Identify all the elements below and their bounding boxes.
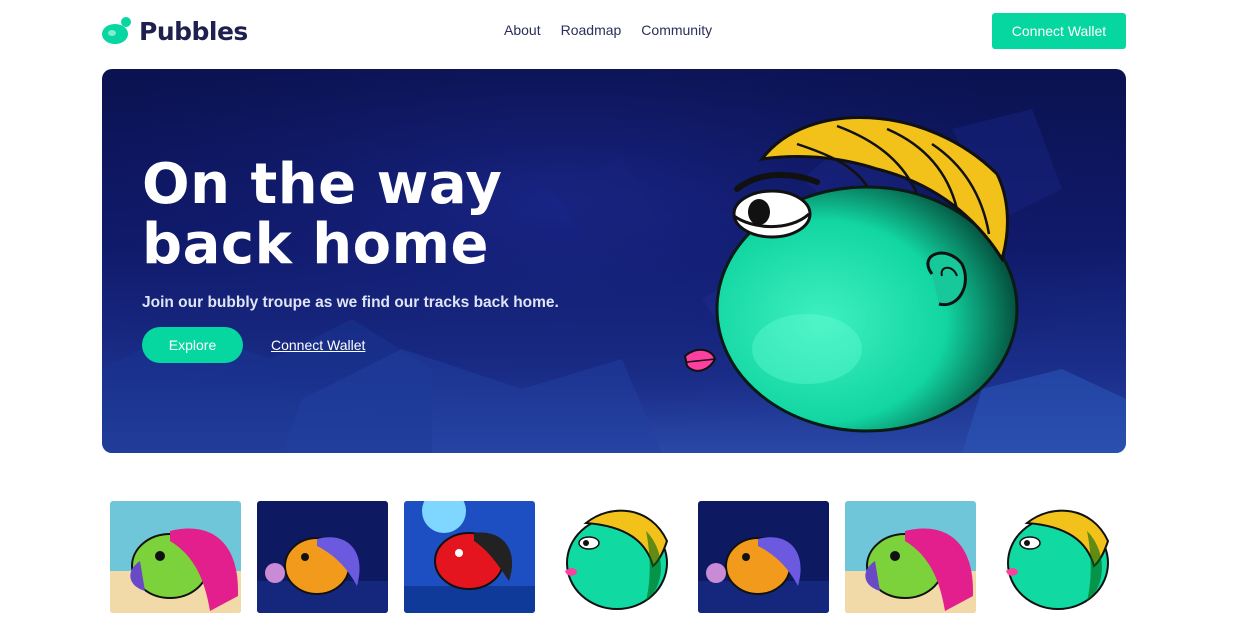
hero-connect-wallet-link[interactable]: Connect Wallet xyxy=(271,337,365,353)
fish-artwork-image xyxy=(257,501,388,613)
explore-button[interactable]: Explore xyxy=(142,327,243,363)
hero-title: On the way back home xyxy=(142,152,503,277)
gallery-thumbnail[interactable] xyxy=(257,501,388,613)
nav-item-roadmap[interactable]: Roadmap xyxy=(561,22,622,38)
header-connect-wallet-button[interactable]: Connect Wallet xyxy=(992,13,1126,49)
gallery-thumbnail[interactable] xyxy=(404,501,535,613)
gallery-thumbnail[interactable] xyxy=(551,501,682,613)
bubble-logo-icon xyxy=(102,17,131,44)
gallery-thumbnail[interactable] xyxy=(110,501,241,613)
gallery-thumbnail[interactable] xyxy=(698,501,829,613)
gallery-thumbnail[interactable] xyxy=(845,501,976,613)
main-nav: About Roadmap Community xyxy=(504,22,712,38)
fish-artwork-image xyxy=(845,501,976,613)
gallery-thumbnail[interactable] xyxy=(992,501,1123,613)
fish-artwork-image xyxy=(698,501,829,613)
brand-logo[interactable]: Pubbles xyxy=(101,15,248,47)
fish-artwork-image xyxy=(551,501,682,613)
fish-artwork-image xyxy=(992,501,1123,613)
site-header: Pubbles About Roadmap Community Connect … xyxy=(0,0,1250,62)
blonde-fish-illustration xyxy=(683,116,1019,433)
brand-name: Pubbles xyxy=(139,16,248,46)
fish-gallery xyxy=(110,501,1130,613)
fish-artwork-image xyxy=(110,501,241,613)
hero-banner: On the way back home Join our bubbly tro… xyxy=(102,69,1126,453)
fish-artwork-image xyxy=(404,501,535,613)
hero-subtitle: Join our bubbly troupe as we find our tr… xyxy=(142,294,559,311)
nav-item-community[interactable]: Community xyxy=(641,22,712,38)
nav-item-about[interactable]: About xyxy=(504,22,541,38)
